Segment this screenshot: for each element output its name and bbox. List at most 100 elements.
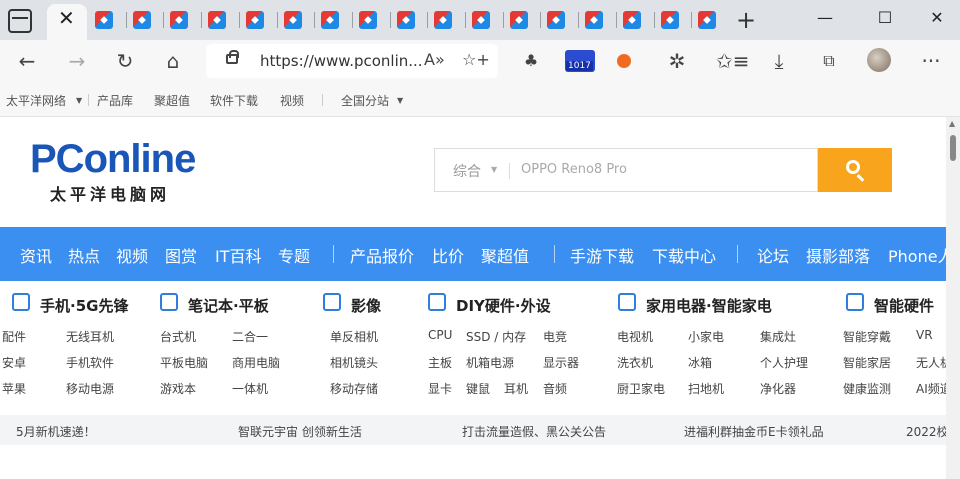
category-link[interactable]: 耳机 (504, 380, 528, 397)
tab-favicon-icon[interactable] (208, 11, 227, 29)
tab-favicon-icon[interactable] (95, 11, 113, 29)
tab-favicon-icon[interactable] (132, 11, 151, 29)
extension-orange-icon[interactable] (617, 54, 631, 68)
category-link[interactable]: 电视机 (617, 328, 653, 345)
nav-item[interactable]: 视频 (116, 243, 148, 267)
refresh-button[interactable]: ↻ (112, 48, 138, 74)
tab-favicon-icon[interactable] (660, 11, 679, 29)
home-button[interactable]: ⌂ (160, 48, 186, 74)
nav-item[interactable]: IT百科 (215, 243, 262, 267)
nav-item[interactable]: 下载中心 (652, 243, 716, 267)
category-link[interactable]: 音频 (543, 380, 567, 397)
scrollbar[interactable]: ▲ (946, 117, 960, 479)
tab-favicon-icon[interactable] (472, 11, 490, 29)
category-link[interactable]: 手机软件 (66, 354, 114, 371)
favbar-item[interactable]: 太平洋网络 (6, 92, 66, 109)
category-link[interactable]: 洗衣机 (617, 354, 653, 371)
nav-item[interactable]: 热点 (68, 243, 100, 267)
tab-close-icon[interactable]: ✕ (58, 6, 75, 30)
tab-favicon-icon[interactable] (547, 11, 566, 29)
category-title[interactable]: 手机·5G先锋 (40, 295, 128, 316)
search-input[interactable]: OPPO Reno8 Pro (521, 162, 627, 177)
category-link[interactable]: 厨卫家电 (617, 380, 665, 397)
category-link[interactable]: 显卡 (428, 380, 452, 397)
tab-actions-icon[interactable] (8, 9, 32, 33)
category-link[interactable]: 一体机 (232, 380, 268, 397)
category-link[interactable]: 键鼠 (466, 380, 490, 397)
ticker-item[interactable]: 进福利群抽金币E卡领礼品 (684, 423, 824, 440)
category-link[interactable]: 机箱电源 (466, 354, 514, 371)
category-link[interactable]: SSD / 内存 (466, 328, 526, 345)
category-title[interactable]: 笔记本·平板 (188, 295, 269, 316)
category-link[interactable]: 游戏本 (160, 380, 196, 397)
tab-favicon-icon[interactable] (434, 11, 453, 29)
nav-item[interactable]: Phone人 (888, 243, 946, 267)
ticker-item[interactable]: 2022校 (906, 423, 946, 440)
category-link[interactable]: 智能穿戴 (843, 328, 891, 345)
search-box[interactable]: 综合 ▼ OPPO Reno8 Pro (434, 148, 818, 192)
category-link[interactable]: 二合一 (232, 328, 268, 345)
search-category-select[interactable]: 综合 (453, 161, 481, 181)
downloads-icon[interactable]: ⤓ (766, 48, 792, 74)
extensions-puzzle-icon[interactable]: ✲ (664, 48, 690, 74)
category-link[interactable]: 净化器 (760, 380, 796, 397)
category-link[interactable]: 冰箱 (688, 354, 712, 371)
favbar-item[interactable]: 视频 (280, 92, 304, 109)
category-link[interactable]: 个人护理 (760, 354, 808, 371)
category-link[interactable]: 单反相机 (330, 328, 378, 345)
category-link[interactable]: 台式机 (160, 328, 196, 345)
category-link[interactable]: 健康监测 (843, 380, 891, 397)
tab-favicon-icon[interactable] (321, 11, 340, 29)
category-title[interactable]: DIY硬件·外设 (456, 295, 551, 316)
category-link[interactable]: 配件 (2, 328, 26, 345)
lock-icon[interactable] (226, 50, 239, 64)
collections-icon[interactable]: ⧉ (816, 48, 842, 74)
extension-icon[interactable]: ♣ (518, 48, 544, 74)
nav-item[interactable]: 产品报价 (350, 243, 414, 267)
scroll-up-icon[interactable]: ▲ (949, 119, 955, 128)
tab-favicon-icon[interactable] (622, 11, 641, 29)
nav-item[interactable]: 图赏 (165, 243, 197, 267)
category-link[interactable]: CPU (428, 328, 452, 342)
ticker-item[interactable]: 5月新机速递！ (16, 423, 96, 440)
profile-avatar[interactable] (867, 48, 891, 72)
category-link[interactable]: 显示器 (543, 354, 579, 371)
category-link[interactable]: 电竞 (543, 328, 567, 345)
more-icon[interactable]: ··· (918, 48, 944, 74)
minimize-button[interactable]: — (810, 8, 840, 27)
category-link[interactable]: 无线耳机 (66, 328, 114, 345)
category-link[interactable]: 移动电源 (66, 380, 114, 397)
window-close-button[interactable]: ✕ (922, 8, 952, 27)
maximize-button[interactable]: ☐ (870, 8, 900, 27)
nav-item[interactable]: 资讯 (20, 243, 52, 267)
url-text[interactable]: https://www.pconlin... (260, 52, 423, 70)
category-link[interactable]: 集成灶 (760, 328, 796, 345)
tab-favicon-icon[interactable] (245, 11, 264, 29)
category-link[interactable]: 智能家居 (843, 354, 891, 371)
tab-favicon-icon[interactable] (585, 11, 604, 29)
nav-item[interactable]: 专题 (278, 243, 310, 267)
category-link[interactable]: 相机镜头 (330, 354, 378, 371)
nav-item[interactable]: 论坛 (757, 243, 789, 267)
category-link[interactable]: 平板电脑 (160, 354, 208, 371)
category-title[interactable]: 智能硬件 (874, 295, 934, 316)
tab-favicon-icon[interactable] (698, 11, 717, 29)
category-title[interactable]: 影像 (351, 295, 381, 316)
category-link[interactable]: 小家电 (688, 328, 724, 345)
scrollbar-thumb[interactable] (950, 135, 956, 161)
favbar-item[interactable]: 软件下载 (210, 92, 258, 109)
forward-button[interactable]: → (64, 48, 90, 74)
tab-favicon-icon[interactable] (283, 11, 302, 29)
category-link[interactable]: 主板 (428, 354, 452, 371)
category-link[interactable]: 无人机 (916, 354, 946, 371)
extension-badge-icon[interactable]: 1017 (565, 50, 595, 72)
category-link[interactable]: 扫地机 (688, 380, 724, 397)
ticker-item[interactable]: 智联元宇宙 创领新生活 (238, 423, 362, 440)
tab-favicon-icon[interactable] (396, 11, 415, 29)
tab-favicon-icon[interactable] (358, 11, 377, 29)
site-logo[interactable]: PConline (30, 137, 196, 182)
favorites-icon[interactable]: ✩≡ (716, 48, 750, 74)
nav-item[interactable]: 比价 (432, 243, 464, 267)
nav-item[interactable]: 聚超值 (481, 243, 529, 267)
favbar-item[interactable]: 产品库 (97, 92, 133, 109)
